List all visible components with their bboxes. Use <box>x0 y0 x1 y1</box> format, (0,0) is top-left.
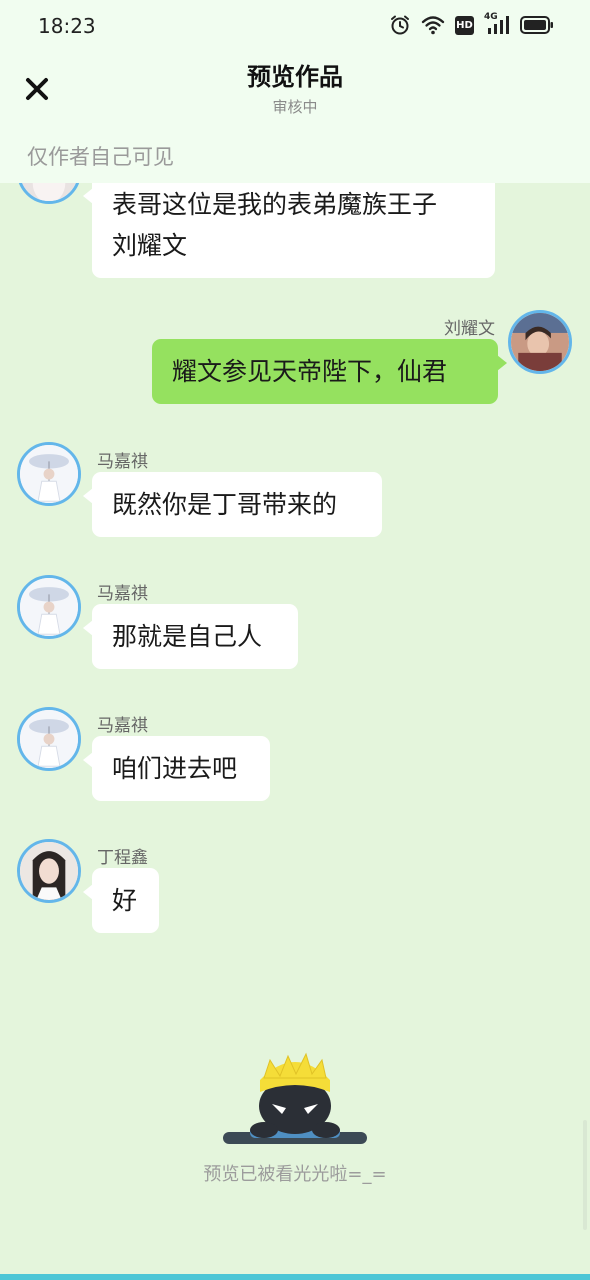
message-bubble[interactable]: 表哥这位是我的表弟魔族王子 刘耀文 <box>83 172 495 278</box>
avatar[interactable] <box>17 707 81 771</box>
mascot-icon <box>223 1052 367 1144</box>
status-time: 18:23 <box>38 14 96 38</box>
sender-name: 刘耀文 <box>444 319 495 339</box>
avatar[interactable] <box>17 442 81 506</box>
message-bubble[interactable]: 好 <box>83 868 159 933</box>
avatar[interactable] <box>508 310 572 374</box>
bottom-bar <box>0 1274 590 1280</box>
message-bubble[interactable]: 那就是自己人 <box>83 604 298 669</box>
signal-icon: 4G <box>484 12 510 35</box>
status-icons: HD 4G <box>389 12 554 36</box>
avatar[interactable] <box>17 839 81 903</box>
sender-name: 丁程鑫 <box>97 848 148 868</box>
scrollbar[interactable] <box>583 1120 587 1230</box>
end-of-preview: 预览已被看光光啦=_= <box>0 1048 590 1186</box>
title-block: 预览作品 审核中 <box>0 60 590 117</box>
sender-name: 马嘉祺 <box>97 716 148 736</box>
header: 18:23 HD 4G 预览作品 审核中 仅作者自己可见 <box>0 0 590 183</box>
message-bubble[interactable]: 咱们进去吧 <box>83 736 270 801</box>
sender-name: 马嘉祺 <box>97 584 148 604</box>
wifi-icon <box>421 16 445 35</box>
message-text-line: 表哥这位是我的表弟魔族王子 <box>112 190 438 219</box>
battery-icon <box>520 16 553 34</box>
sender-name: 马嘉祺 <box>97 452 148 472</box>
chat-area[interactable]: 表哥这位是我的表弟魔族王子 刘耀文 刘耀文 耀文参见天帝陛下，仙君 马嘉祺 既然… <box>0 0 590 1280</box>
hd-icon: HD <box>455 15 474 35</box>
message-bubble[interactable]: 既然你是丁哥带来的 <box>83 472 382 537</box>
message-text-line: 刘耀文 <box>112 231 188 260</box>
status-bar: 18:23 HD 4G <box>0 0 590 52</box>
review-status: 审核中 <box>272 98 318 116</box>
avatar[interactable] <box>17 575 81 639</box>
message-bubble[interactable]: 耀文参见天帝陛下，仙君 <box>152 339 507 404</box>
alarm-icon <box>391 15 409 35</box>
end-of-preview-text: 预览已被看光光啦=_= <box>203 1164 387 1185</box>
page-title: 预览作品 <box>247 63 343 91</box>
visibility-note: 仅作者自己可见 <box>27 145 174 169</box>
